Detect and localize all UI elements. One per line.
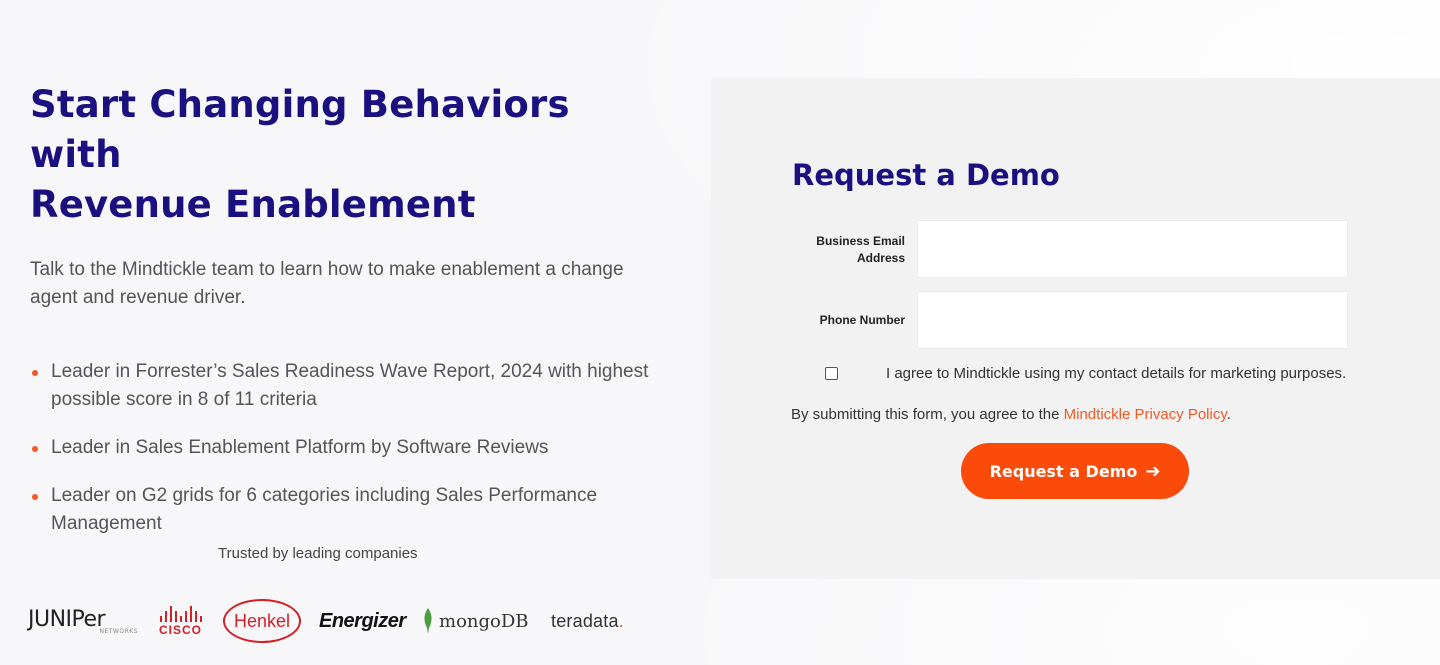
form-title: Request a Demo (792, 158, 1060, 192)
bullet-dot-icon (32, 446, 38, 452)
henkel-wordmark: Henkel (233, 610, 291, 631)
bullet-dot-icon (32, 370, 38, 376)
privacy-note: By submitting this form, you agree to th… (791, 406, 1231, 423)
email-label-line-2: Address (856, 251, 905, 265)
consent-text: I agree to Mindtickle using my contact d… (886, 365, 1347, 382)
cisco-logo: CISCO (138, 605, 223, 637)
hero-section: Start Changing Behaviors with Revenue En… (30, 80, 670, 558)
hero-subtitle: Talk to the Mindtickle team to learn how… (30, 259, 624, 308)
highlight-text: Leader in Sales Enablement Platform by S… (51, 437, 549, 458)
teradata-logo: teradata. (551, 611, 624, 632)
privacy-note-text: By submitting this form, you agree to th… (791, 406, 1064, 423)
energizer-wordmark: Energizer (319, 609, 406, 632)
arrow-right-icon: ➔ (1145, 460, 1161, 482)
cisco-bars-icon (159, 605, 202, 622)
email-label-line-1: Business Email (816, 234, 905, 248)
highlight-item: Leader on G2 grids for 6 categories incl… (30, 482, 670, 538)
headline-line-2: Revenue Enablement (30, 183, 476, 226)
highlight-item: Leader in Sales Enablement Platform by S… (30, 434, 670, 462)
teradata-dot-icon: . (618, 610, 624, 631)
henkel-logo: Henkel (223, 599, 301, 643)
headline-line-1: Start Changing Behaviors with (30, 83, 570, 176)
customer-logos: JUNIPer NETWORKS CISCO Henkel Energizer … (28, 598, 648, 644)
page-headline: Start Changing Behaviors with Revenue En… (30, 80, 670, 230)
cisco-wordmark: CISCO (158, 622, 202, 637)
juniper-subtext: NETWORKS (99, 628, 138, 635)
privacy-note-suffix: . (1226, 406, 1231, 423)
phone-input[interactable] (917, 291, 1348, 349)
consent-row: I agree to Mindtickle using my contact d… (825, 365, 1346, 382)
energizer-logo: Energizer (319, 610, 423, 633)
teradata-wordmark: teradata (551, 610, 619, 631)
phone-field-row: Phone Number (711, 291, 1440, 349)
consent-checkbox[interactable] (825, 367, 838, 380)
highlight-text: Leader on G2 grids for 6 categories incl… (51, 485, 598, 534)
request-demo-button[interactable]: Request a Demo ➔ (961, 443, 1189, 499)
highlights-list: Leader in Forrester’s Sales Readiness Wa… (30, 358, 670, 538)
demo-form-panel: Request a Demo Business Email Address Ph… (711, 78, 1440, 579)
email-field-row: Business Email Address (711, 220, 1440, 278)
mongodb-leaf-icon (424, 608, 432, 634)
request-demo-label: Request a Demo (989, 461, 1138, 481)
highlight-item: Leader in Forrester’s Sales Readiness Wa… (30, 358, 670, 414)
juniper-wordmark: JUNIPer (28, 607, 106, 632)
juniper-logo: JUNIPer NETWORKS (28, 607, 138, 635)
mongodb-wordmark: mongoDB (439, 610, 529, 632)
bullet-dot-icon (32, 494, 38, 500)
highlight-text: Leader in Forrester’s Sales Readiness Wa… (51, 361, 649, 410)
phone-label: Phone Number (819, 313, 905, 327)
privacy-policy-link[interactable]: Mindtickle Privacy Policy (1064, 406, 1227, 423)
email-label: Business Email Address (765, 233, 905, 267)
mongodb-logo: mongoDB (423, 608, 551, 634)
trusted-label: Trusted by leading companies (218, 545, 418, 562)
email-input[interactable] (917, 220, 1348, 278)
